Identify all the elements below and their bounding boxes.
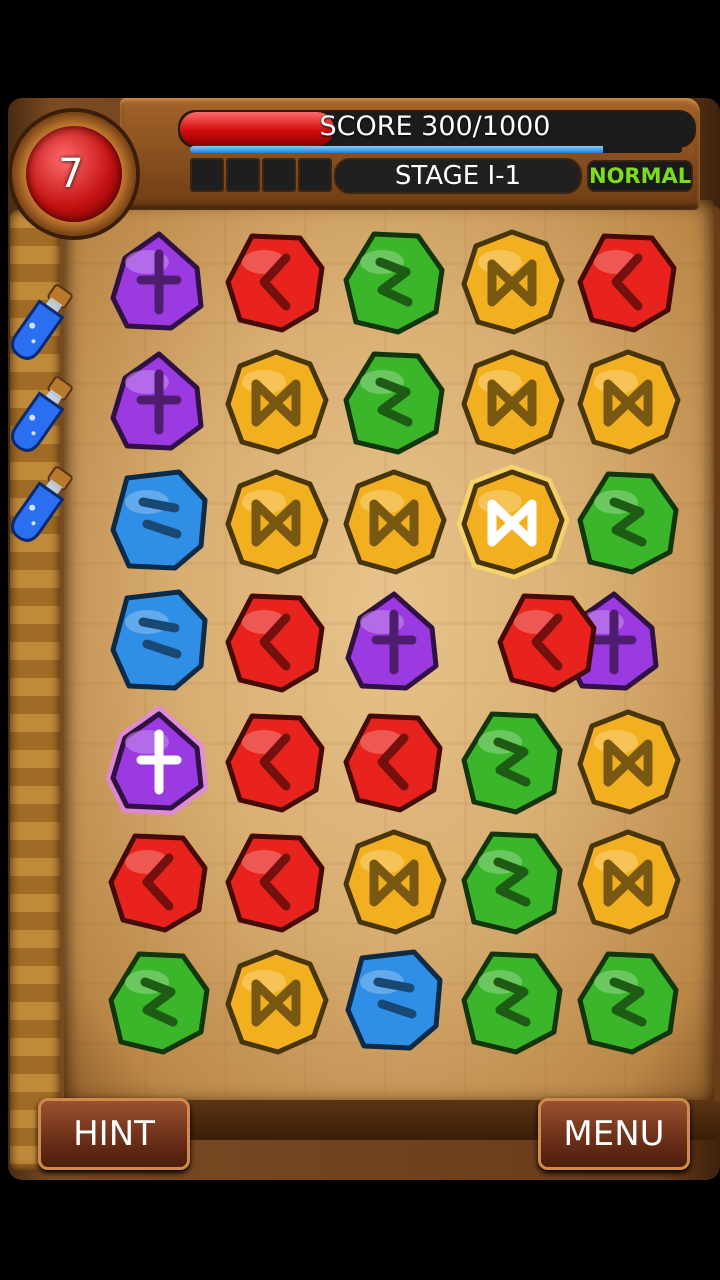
gem-red-r1c2[interactable] [222, 228, 330, 336]
gem-purple-r5c1[interactable] [105, 705, 213, 816]
potion-icon[interactable] [0, 462, 80, 552]
item-slot[interactable] [226, 158, 260, 192]
gem-purple-r2c1[interactable] [105, 348, 213, 456]
potion-icon[interactable] [0, 280, 80, 370]
gem-red-r5c3[interactable] [340, 708, 448, 816]
gem-purple-r1c1[interactable] [105, 228, 213, 336]
gem-red-r4c4[interactable] [494, 588, 602, 696]
gem-yellow-r7c2[interactable] [222, 948, 330, 1056]
item-slot[interactable] [190, 158, 224, 192]
gem-green-r7c5[interactable] [574, 948, 682, 1056]
gem-green-r5c4[interactable] [458, 708, 566, 816]
gem-green-r2c3[interactable] [340, 348, 448, 456]
gem-red-r6c2[interactable] [222, 828, 330, 936]
gem-yellow-r2c5[interactable] [574, 348, 682, 456]
potion-icon[interactable] [0, 372, 80, 462]
item-slot[interactable] [262, 158, 296, 192]
gem-red-r5c2[interactable] [222, 708, 330, 816]
hint-button[interactable]: HINT [38, 1098, 190, 1170]
gem-blue-r3c1[interactable] [105, 468, 213, 576]
gem-yellow-r5c5[interactable] [574, 708, 682, 816]
item-slot[interactable] [298, 158, 332, 192]
gem-green-r1c3[interactable] [340, 228, 448, 336]
gem-green-r3c5[interactable] [574, 468, 682, 576]
stage-label: STAGE I-1 [334, 158, 582, 194]
gem-red-r1c5[interactable] [574, 228, 682, 336]
gem-green-r6c4[interactable] [458, 828, 566, 936]
energy-bar [190, 146, 682, 153]
gem-yellow-r2c4[interactable] [458, 348, 566, 456]
gem-green-r7c1[interactable] [105, 948, 213, 1056]
gem-yellow-r1c4[interactable] [458, 228, 566, 336]
gem-red-r6c1[interactable] [105, 828, 213, 936]
gem-yellow-r6c3[interactable] [340, 828, 448, 936]
gem-yellow-r3c3[interactable] [340, 468, 448, 576]
gem-yellow-r2c2[interactable] [222, 348, 330, 456]
difficulty-badge: NORMAL [587, 160, 693, 192]
gem-yellow-r3c4[interactable] [456, 464, 570, 580]
gem-yellow-r6c5[interactable] [574, 828, 682, 936]
energy-bar-fill [190, 146, 604, 153]
gem-blue-r7c3[interactable] [340, 948, 448, 1056]
game-screen: SCORE 300/1000 STAGE I-1 NORMAL 7 HINT M… [0, 0, 720, 1280]
gem-red-r4c2[interactable] [222, 588, 330, 696]
menu-button[interactable]: MENU [538, 1098, 690, 1170]
gem-purple-r4c3[interactable] [340, 588, 448, 696]
gem-yellow-r3c2[interactable] [222, 468, 330, 576]
moves-counter: 7 [58, 151, 84, 197]
gem-blue-r4c1[interactable] [105, 588, 213, 696]
score-label: SCORE 300/1000 [319, 111, 551, 142]
gem-green-r7c4[interactable] [458, 948, 566, 1056]
